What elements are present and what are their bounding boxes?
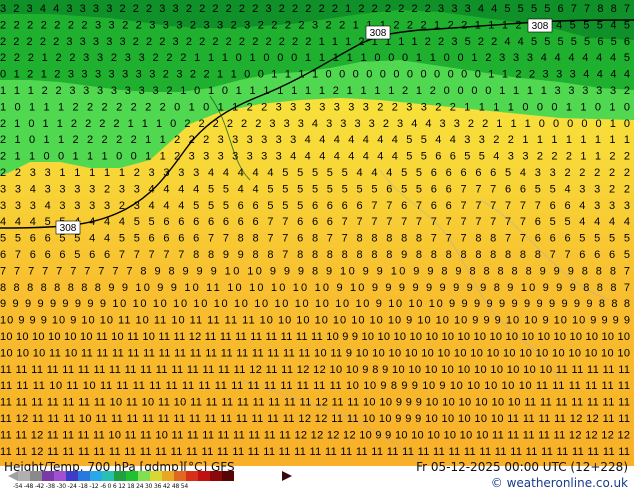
- colorbar-swatch: [18, 471, 30, 481]
- colorbar-swatch: [150, 471, 162, 481]
- grid-row: 2 2 3 3 1 1 1 1 1 2 3 3 3 3 4 4 4 4 4 5 …: [0, 167, 630, 179]
- grid-row: 11 11 12 11 11 11 11 11 11 11 11 11 11 1…: [0, 446, 630, 458]
- colorbar-swatch: [66, 471, 78, 481]
- grid-row: 2 1 0 1 1 2 2 2 2 1 1 1 0 2 2 2 2 2 2 3 …: [0, 118, 630, 130]
- footer-bar: Height/Temp. 700 hPa [gdmp][°C] GFS Fr 0…: [0, 461, 634, 490]
- colorbar-swatch: [210, 471, 222, 481]
- grid-row: 9 9 9 9 9 9 9 9 9 10 10 10 10 10 10 10 1…: [0, 298, 630, 310]
- grid-row: 6 7 6 6 6 5 6 6 7 7 7 7 7 8 8 9 9 8 8 7 …: [0, 249, 630, 261]
- grid-row: 11 11 11 11 11 11 11 10 11 10 11 10 11 1…: [0, 397, 630, 409]
- contour-label: 308: [370, 28, 387, 39]
- grid-row: 11 11 11 10 11 10 11 11 11 11 11 11 11 1…: [0, 380, 630, 392]
- grid-row: 7 7 7 7 7 7 7 7 7 7 8 9 8 9 9 9 10 10 9 …: [0, 265, 630, 277]
- grid-row: 10 10 10 10 10 10 11 10 11 10 11 11 12 1…: [0, 331, 630, 343]
- map-panel: 3 2 3 4 4 3 3 3 3 2 2 2 3 3 2 2 2 2 2 2 …: [0, 0, 634, 466]
- grid-row: 11 11 12 11 11 11 11 10 11 11 10 11 11 1…: [0, 429, 630, 441]
- colorbar-swatch: [42, 471, 54, 481]
- colorbar-swatch: [198, 471, 210, 481]
- colorbar-left-arrow: [8, 471, 18, 481]
- grid-row: 3 2 3 4 4 3 3 3 3 2 2 2 3 3 2 2 2 2 2 2 …: [0, 3, 630, 15]
- colorbar-right-arrow: [282, 471, 292, 481]
- colorbar-swatch: [90, 471, 102, 481]
- colorbar-swatch: [54, 471, 66, 481]
- grid-row: 10 9 9 9 10 9 10 10 11 10 11 10 11 11 11…: [0, 315, 630, 327]
- temperature-map: 3 2 3 4 4 3 3 3 3 2 2 2 3 3 2 2 2 2 2 2 …: [0, 0, 634, 466]
- colorbar-swatch: [186, 471, 198, 481]
- contour-label: 308: [60, 223, 77, 234]
- colorbar-swatch: [174, 471, 186, 481]
- grid-row: 11 11 11 11 11 11 11 11 11 11 11 11 11 1…: [0, 364, 630, 376]
- colorbar: [18, 471, 234, 481]
- colorbar-swatch: [162, 471, 174, 481]
- grid-row: 5 5 6 6 5 5 4 4 5 5 6 6 6 6 7 7 8 8 7 7 …: [0, 233, 630, 245]
- contour-label: 308: [532, 21, 549, 32]
- grid-row: 3 3 4 3 3 3 3 2 3 3 4 4 4 4 5 5 4 4 5 5 …: [0, 183, 630, 195]
- grid-row: 3 3 3 4 3 3 3 3 2 3 4 4 4 5 5 5 6 6 5 5 …: [0, 200, 630, 212]
- colorbar-swatch: [78, 471, 90, 481]
- colorbar-swatch: [114, 471, 126, 481]
- grid-row: 2 2 2 2 2 3 3 3 3 3 2 2 2 3 2 2 2 2 2 2 …: [0, 36, 630, 48]
- grid-row: 11 12 11 11 11 10 11 11 11 11 11 11 11 1…: [0, 413, 630, 425]
- colorbar-swatch: [102, 471, 114, 481]
- colorbar-swatch: [126, 471, 138, 481]
- grid-row: 2 2 2 1 2 2 3 3 2 3 3 2 2 2 1 1 1 0 1 0 …: [0, 52, 630, 64]
- forecast-datetime: Fr 05-12-2025 00:00 UTC (12+228): [416, 460, 628, 474]
- colorbar-swatch: [222, 471, 234, 481]
- colorbar-ticks: -54 -48 -42 -38 -30 -24 -18 -12 -6 0 6 1…: [13, 483, 189, 490]
- grid-row: 1 1 1 2 2 3 3 3 3 3 3 3 2 1 0 1 0 1 1 1 …: [0, 85, 630, 97]
- colorbar-swatch: [30, 471, 42, 481]
- colorbar-swatch: [138, 471, 150, 481]
- grid-row: 10 10 10 11 10 11 11 11 11 11 11 11 11 1…: [0, 347, 630, 359]
- grid-row: 4 4 4 5 5 4 4 4 4 5 5 6 6 6 6 6 6 6 7 7 …: [0, 216, 630, 228]
- site-credit-link[interactable]: © weatheronline.co.uk: [491, 477, 628, 489]
